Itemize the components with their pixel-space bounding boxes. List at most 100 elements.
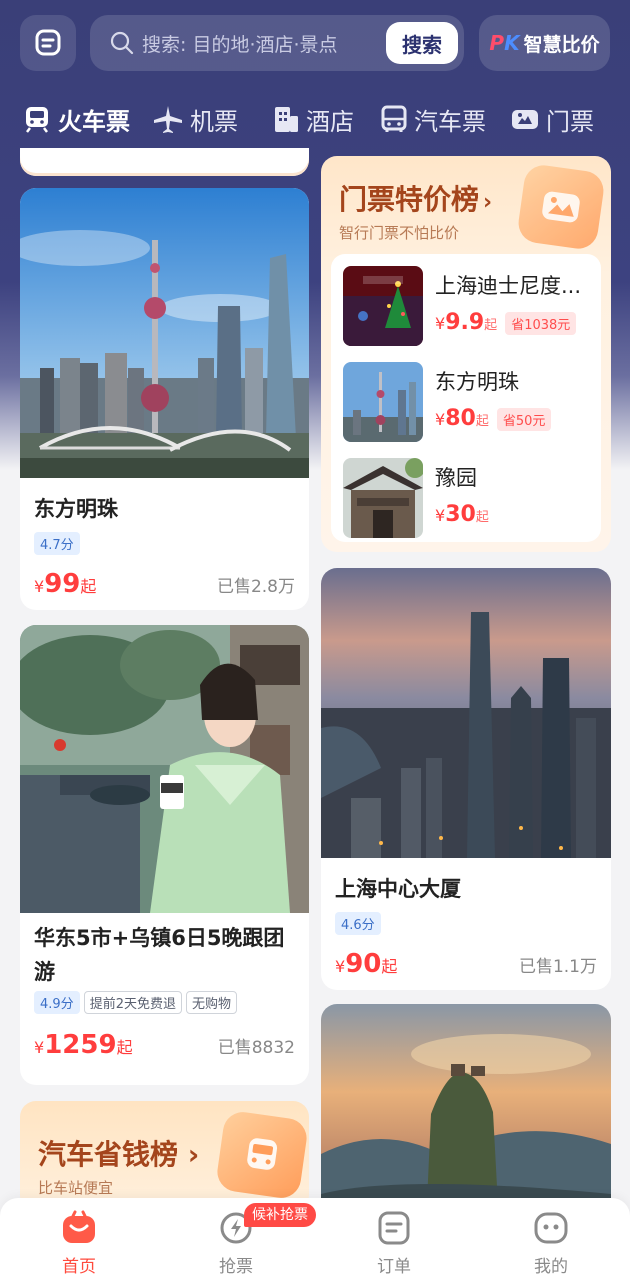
tour-image — [20, 625, 309, 913]
price-currency: ¥ — [34, 1038, 45, 1057]
ticket-icon — [512, 110, 538, 129]
ticket-deco-icon — [515, 162, 607, 252]
bus-rank-card[interactable]: 汽车省钱榜 › 比车站便宜 — [20, 1101, 309, 1211]
price-suffix: 起 — [381, 957, 398, 976]
nav-home[interactable]: 首页 — [39, 1210, 119, 1277]
tour-card-east-china[interactable]: 华东5市+乌镇6日5晚跟团游 4.9分 提前2天免费退 无购物 ¥1259起 已售8… — [20, 625, 309, 1085]
price-suffix: 起 — [484, 318, 498, 333]
oriental-pearl-image — [20, 188, 309, 478]
tag-no-shopping: 无购物 — [185, 991, 237, 1014]
tab-bus[interactable]: 汽车票 — [380, 96, 486, 142]
ticket-rank-list: 上海迪士尼度... ¥9.9 起省1038元 东方明珠 ¥80 起省50元 豫园… — [331, 254, 601, 542]
mountain-image — [321, 1004, 611, 1224]
price-value: 1259 — [44, 1030, 117, 1060]
search-input[interactable]: 搜索: 目的地·酒店·景点 — [142, 30, 338, 57]
tab-label: 酒店 — [306, 107, 354, 136]
sold-count: 已售8832 — [217, 1038, 295, 1058]
price-currency: ¥ — [34, 577, 45, 596]
nav-label: 抢票 — [219, 1257, 253, 1277]
price: ¥99起 — [34, 569, 96, 599]
price-currency: ¥ — [435, 410, 446, 429]
partial-card[interactable] — [20, 148, 309, 176]
card-title: 东方明珠 — [34, 497, 118, 521]
search-icon — [110, 31, 134, 55]
price: ¥90起 — [335, 949, 397, 979]
attraction-card-oriental-pearl[interactable]: 东方明珠 4.7分 ¥99起 已售2.8万 — [20, 188, 309, 610]
disney-thumbnail — [343, 266, 423, 346]
attraction-card-shanghai-tower[interactable]: 上海中心大厦 4.6分 ¥90起 已售1.1万 — [321, 568, 611, 990]
oriental-pearl-thumbnail — [343, 362, 423, 442]
attraction-card-mountain[interactable] — [321, 1004, 611, 1224]
save-badge: 省50元 — [496, 408, 552, 431]
waitlist-badge: 候补抢票 — [244, 1203, 316, 1227]
rank-item-price: ¥30 起 — [435, 502, 489, 527]
bus-deco-icon — [214, 1109, 309, 1201]
profile-icon — [534, 1212, 568, 1244]
price-currency: ¥ — [435, 506, 446, 525]
train-icon — [26, 107, 48, 133]
price-value: 99 — [44, 569, 81, 599]
price-value: 80 — [445, 406, 476, 431]
order-icon — [378, 1211, 410, 1245]
nav-label: 我的 — [534, 1257, 568, 1277]
sold-count: 已售1.1万 — [518, 957, 597, 977]
price-value: 9.9 — [445, 310, 485, 335]
tag-free-refund: 提前2天免费退 — [83, 991, 182, 1014]
price-suffix: 起 — [80, 577, 97, 596]
rank-item-yuyuan[interactable]: 豫园 ¥30 起 — [343, 458, 593, 538]
pk-logo-p: P — [489, 31, 505, 55]
hotel-icon — [275, 107, 298, 132]
bus-icon — [381, 105, 407, 132]
price-suffix: 起 — [475, 414, 489, 429]
pk-logo-k: K — [504, 31, 520, 55]
search-button[interactable]: 搜索 — [386, 22, 458, 64]
tab-label: 门票 — [546, 107, 594, 136]
rating-badge: 4.6分 — [335, 912, 381, 935]
rank-item-oriental-pearl[interactable]: 东方明珠 ¥80 起省50元 — [343, 362, 593, 442]
price-value: 90 — [345, 949, 382, 979]
top-bar: 搜索: 目的地·酒店·景点 搜索 PK 智慧比价 — [0, 0, 630, 86]
message-icon — [35, 29, 61, 56]
save-badge: 省1038元 — [505, 312, 577, 335]
message-button[interactable] — [20, 15, 76, 71]
ticket-rank-card[interactable]: 门票特价榜 › 智行门票不怕比价 上海迪士尼度... ¥9.9 起省1038元 … — [321, 156, 611, 552]
rank-item-disney[interactable]: 上海迪士尼度... ¥9.9 起省1038元 — [343, 266, 593, 346]
nav-profile[interactable]: 我的 — [511, 1210, 591, 1277]
rank-item-price: ¥80 起省50元 — [435, 406, 552, 431]
rank-item-price: ¥9.9 起省1038元 — [435, 310, 577, 335]
tab-label: 汽车票 — [414, 107, 486, 136]
rank-item-name: 豫园 — [435, 466, 477, 490]
tab-label: 火车票 — [58, 107, 130, 136]
rating-badge: 4.9分 — [34, 991, 80, 1014]
category-tabs: 火车票 机票 酒店 汽车票 门票 — [0, 96, 630, 146]
sold-count: 已售2.8万 — [216, 577, 295, 597]
bus-rank-subtitle: 比车站便宜 — [38, 1179, 114, 1197]
shanghai-tower-image — [321, 568, 611, 858]
tab-train[interactable]: 火车票 — [22, 96, 130, 142]
price: ¥1259起 — [34, 1030, 133, 1060]
price-currency: ¥ — [435, 314, 446, 333]
ticket-rank-title-text: 门票特价榜 — [339, 183, 480, 216]
price-suffix: 起 — [475, 510, 489, 525]
pk-logo: PK — [489, 31, 519, 55]
ticket-rank-subtitle: 智行门票不怕比价 — [339, 224, 460, 242]
rating-badge: 4.7分 — [34, 532, 80, 555]
nav-orders[interactable]: 订单 — [354, 1210, 434, 1277]
tab-label: 机票 — [190, 107, 238, 136]
plane-icon — [154, 106, 182, 133]
bus-rank-title-text: 汽车省钱榜 — [38, 1138, 179, 1171]
tab-ticket[interactable]: 门票 — [510, 96, 594, 142]
tab-flight[interactable]: 机票 — [152, 96, 238, 142]
price-compare-button[interactable]: PK 智慧比价 — [479, 15, 610, 71]
nav-label: 订单 — [377, 1257, 411, 1277]
card-title: 华东5市+乌镇6日5晚跟团游 — [34, 926, 285, 984]
price-compare-label: 智慧比价 — [523, 33, 600, 56]
rank-item-name: 上海迪士尼度... — [435, 274, 582, 298]
chevron-right-icon: › — [483, 190, 493, 215]
tab-hotel[interactable]: 酒店 — [272, 96, 354, 142]
search-bar[interactable]: 搜索: 目的地·酒店·景点 搜索 — [90, 15, 464, 71]
price-suffix: 起 — [116, 1038, 133, 1057]
ticket-rank-title: 门票特价榜 › — [339, 178, 492, 218]
home-icon — [63, 1210, 95, 1243]
card-title: 上海中心大厦 — [335, 877, 461, 901]
